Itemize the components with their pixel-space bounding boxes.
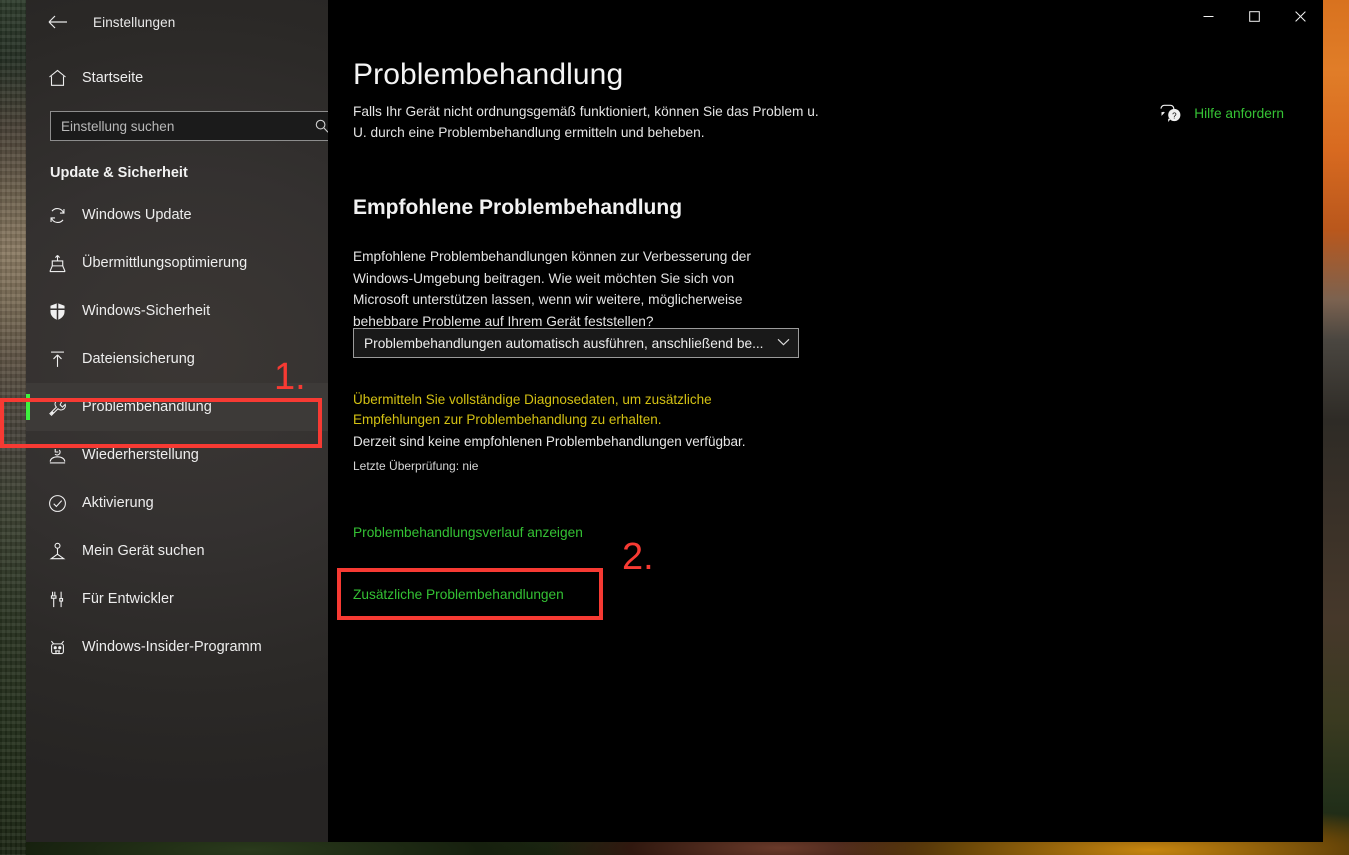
main-content: Problembehandlung Falls Ihr Gerät nicht …	[328, 0, 1323, 842]
sidebar-item-recovery[interactable]: Wiederherstellung	[26, 431, 328, 479]
sidebar-item-windows-insider[interactable]: Windows-Insider-Programm	[26, 623, 328, 671]
section-description: Empfohlene Problembehandlungen können zu…	[353, 249, 751, 329]
sidebar-nav-list: Windows Update Übermittlungsoptimierung	[26, 191, 328, 671]
shield-icon	[48, 302, 78, 321]
additional-troubleshooters-link[interactable]: Zusätzliche Problembehandlungen	[353, 587, 564, 602]
sidebar-item-label: Dateiensicherung	[82, 351, 195, 367]
sidebar-home-label: Startseite	[82, 70, 144, 86]
sidebar-item-file-backup[interactable]: Dateiensicherung	[26, 335, 328, 383]
check-circle-icon	[48, 494, 78, 513]
find-device-icon	[48, 542, 78, 561]
search-box[interactable]	[50, 111, 338, 141]
help-link-label: Hilfe anfordern	[1194, 106, 1284, 121]
sidebar-item-label: Windows Update	[82, 207, 192, 223]
status-text: Derzeit sind keine empfohlenen Problembe…	[353, 434, 746, 449]
desktop-wallpaper-left-strip	[0, 0, 26, 855]
home-icon	[48, 69, 78, 87]
sidebar: Einstellungen Startseite Update & Sicher…	[26, 0, 338, 842]
sidebar-item-label: Übermittlungsoptimierung	[82, 255, 248, 271]
sidebar-item-find-my-device[interactable]: Mein Gerät suchen	[26, 527, 328, 575]
search-input[interactable]	[51, 112, 307, 140]
dropdown-selected-value: Problembehandlungen automatisch ausführe…	[364, 335, 764, 351]
tools-icon	[48, 590, 78, 609]
upload-icon	[48, 350, 78, 369]
wrench-icon	[48, 398, 78, 417]
maximize-icon[interactable]	[1231, 0, 1277, 32]
svg-text:?: ?	[1172, 111, 1177, 120]
sidebar-item-label: Windows-Insider-Programm	[82, 639, 262, 655]
close-icon[interactable]	[1277, 0, 1323, 32]
diagnostic-data-link[interactable]: Übermitteln Sie vollständige Diagnosedat…	[353, 390, 733, 430]
chevron-down-icon	[777, 337, 790, 349]
sidebar-item-label: Für Entwickler	[82, 591, 174, 607]
sidebar-item-label: Aktivierung	[82, 495, 154, 511]
sidebar-item-label: Problembehandlung	[82, 399, 212, 415]
sync-icon	[48, 206, 78, 225]
last-check-text: Letzte Überprüfung: nie	[353, 459, 479, 473]
sidebar-item-for-developers[interactable]: Für Entwickler	[26, 575, 328, 623]
sidebar-item-windows-update[interactable]: Windows Update	[26, 191, 328, 239]
sidebar-item-windows-security[interactable]: Windows-Sicherheit	[26, 287, 328, 335]
sidebar-item-activation[interactable]: Aktivierung	[26, 479, 328, 527]
troubleshooting-history-link[interactable]: Problembehandlungsverlauf anzeigen	[353, 525, 583, 540]
page-title: Problembehandlung	[353, 58, 624, 91]
window-controls	[1185, 0, 1323, 32]
page-description: Falls Ihr Gerät nicht ordnungsgemäß funk…	[353, 104, 819, 140]
sidebar-item-troubleshooting[interactable]: Problembehandlung	[26, 383, 328, 431]
sidebar-titlebar: Einstellungen	[26, 0, 328, 44]
section-title: Empfohlene Problembehandlung	[353, 196, 683, 219]
upload-box-icon	[48, 254, 78, 273]
recovery-icon	[48, 446, 78, 465]
recommended-troubleshooting-dropdown[interactable]: Problembehandlungen automatisch ausführe…	[353, 328, 799, 358]
help-link[interactable]: ? Hilfe anfordern	[1160, 104, 1284, 123]
sidebar-section-header: Update & Sicherheit	[50, 165, 188, 181]
help-question-bubble-icon: ?	[1160, 104, 1182, 123]
sidebar-item-label: Wiederherstellung	[82, 447, 199, 463]
sidebar-item-label: Mein Gerät suchen	[82, 543, 205, 559]
minimize-icon[interactable]	[1185, 0, 1231, 32]
settings-window: Einstellungen Startseite Update & Sicher…	[26, 0, 1323, 842]
insider-bug-icon	[48, 638, 78, 657]
back-arrow-icon[interactable]	[38, 6, 78, 38]
sidebar-item-label: Windows-Sicherheit	[82, 303, 211, 319]
sidebar-item-home[interactable]: Startseite	[26, 56, 328, 100]
app-title: Einstellungen	[93, 14, 176, 30]
sidebar-item-delivery-optimization[interactable]: Übermittlungsoptimierung	[26, 239, 328, 287]
